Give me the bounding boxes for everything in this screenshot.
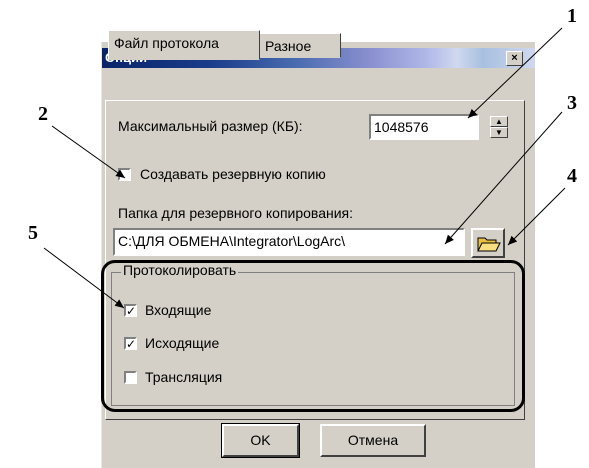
arrow-2 xyxy=(51,125,126,179)
arrow-3 xyxy=(444,111,563,245)
tab-log-file[interactable]: Файл протокола xyxy=(108,30,260,60)
arrow-4 xyxy=(507,187,566,246)
arrow-1 xyxy=(467,27,563,119)
callout-arrows xyxy=(43,27,566,309)
arrow-5 xyxy=(43,247,125,309)
